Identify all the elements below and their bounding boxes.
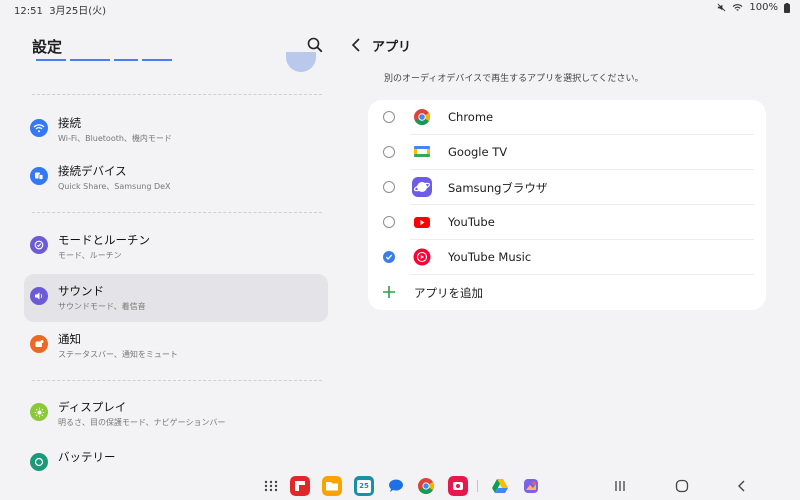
- sidebar-item-sublabel: 明るさ、目の保護モード、ナビゲーションバー: [58, 418, 226, 427]
- status-icons: 100%: [717, 2, 790, 13]
- check-circle-icon: [30, 236, 48, 254]
- screen-recorder-icon[interactable]: [448, 476, 468, 496]
- brightness-icon: [30, 403, 48, 421]
- app-row-samsung-browser[interactable]: Samsungブラウザ: [368, 170, 766, 205]
- divider: [32, 380, 322, 381]
- taskbar: 25: [0, 472, 800, 500]
- back-nav-icon[interactable]: [734, 478, 750, 494]
- app-name: Chrome: [448, 110, 494, 124]
- sidebar-item-label: 接続デバイス: [58, 164, 127, 178]
- sidebar-item-sublabel: モード、ルーチン: [58, 251, 122, 260]
- messages-icon[interactable]: [386, 476, 406, 496]
- sidebar-item-label: ディスプレイ: [58, 400, 127, 414]
- home-icon[interactable]: [674, 478, 690, 494]
- sidebar-item-label: サウンド: [58, 284, 104, 298]
- sidebar-item-sublabel: Quick Share、Samsung DeX: [58, 182, 171, 191]
- sidebar-item-sublabel: ステータスバー、通知をミュート: [58, 350, 178, 359]
- sidebar-item-modes-routines[interactable]: モードとルーチン モード、ルーチン: [24, 223, 328, 271]
- app-row-youtube[interactable]: YouTube: [368, 205, 766, 240]
- sidebar-item-display[interactable]: ディスプレイ 明るさ、目の保護モード、ナビゲーションバー: [24, 390, 328, 438]
- calendar-day: 25: [357, 480, 371, 493]
- notification-icon: [30, 335, 48, 353]
- sidebar-item-connected-devices[interactable]: 接続デバイス Quick Share、Samsung DeX: [24, 154, 328, 202]
- app-name: Google TV: [448, 145, 508, 159]
- sidebar-item-label: 通知: [58, 332, 81, 346]
- divider: [32, 212, 322, 213]
- sidebar-item-label: モードとルーチン: [58, 233, 150, 247]
- sidebar-item-sound[interactable]: サウンド サウンドモード、着信音: [24, 274, 328, 322]
- avatar[interactable]: [286, 52, 316, 72]
- wifi-status-icon: [733, 4, 743, 11]
- google-tv-icon: [414, 146, 430, 157]
- battery-status-icon: [784, 2, 790, 13]
- sidebar-item-label: 接続: [58, 116, 81, 130]
- volume-icon: [30, 287, 48, 305]
- sidebar-item-sublabel: Wi-Fi、Bluetooth、機内モード: [58, 134, 172, 143]
- app-row-chrome[interactable]: Chrome: [368, 100, 766, 135]
- samsung-browser-icon: [412, 177, 432, 197]
- status-time-date: 12:51 3月25日(火): [14, 2, 106, 17]
- sidebar-item-notifications[interactable]: 通知 ステータスバー、通知をミュート: [24, 322, 328, 370]
- settings-title: 設定: [32, 38, 63, 56]
- radio-button[interactable]: [383, 216, 395, 228]
- app-row-youtube-music[interactable]: YouTube Music: [368, 240, 766, 275]
- add-app-button[interactable]: アプリを追加: [368, 275, 766, 310]
- app-name: YouTube Music: [448, 250, 532, 264]
- devices-icon: [30, 167, 48, 185]
- apps-detail-pane: アプリ 別のオーディオデバイスで再生するアプリを選択してください。 Chrome: [340, 16, 800, 476]
- calendar-icon[interactable]: 25: [354, 476, 374, 496]
- youtube-icon: [414, 217, 430, 228]
- sidebar-item-sublabel: サウンドモード、着信音: [58, 302, 146, 311]
- flipboard-icon[interactable]: [290, 476, 310, 496]
- page-title: アプリ: [372, 40, 412, 55]
- battery-icon: [30, 453, 48, 471]
- page-description: 別のオーディオデバイスで再生するアプリを選択してください。: [384, 74, 644, 84]
- status-bar: 12:51 3月25日(火) 100%: [0, 0, 800, 17]
- chrome-icon[interactable]: [416, 476, 436, 496]
- wifi-icon: [30, 119, 48, 137]
- chrome-icon: [414, 109, 430, 125]
- radio-button[interactable]: [383, 146, 395, 158]
- taskbar-divider: [477, 480, 478, 492]
- photos-icon[interactable]: [521, 476, 541, 496]
- drive-icon[interactable]: [490, 476, 510, 496]
- radio-button[interactable]: [383, 111, 395, 123]
- app-row-google-tv[interactable]: Google TV: [368, 135, 766, 170]
- mute-icon: [717, 3, 726, 12]
- plus-icon: [383, 286, 395, 298]
- recent-apps-icon[interactable]: [612, 478, 628, 494]
- battery-percent: 100%: [749, 2, 778, 13]
- youtube-music-icon: [413, 248, 431, 266]
- sidebar-item-battery[interactable]: バッテリー: [24, 440, 328, 476]
- files-icon[interactable]: [322, 476, 342, 496]
- radio-button-checked[interactable]: [383, 251, 395, 263]
- sidebar-item-label: バッテリー: [58, 450, 116, 464]
- divider: [32, 94, 322, 95]
- account-card-partial-text[interactable]: [36, 56, 196, 64]
- settings-list-pane: 設定 接続 Wi-Fi、Bluetooth、機内モード 接続デバイス Quick…: [0, 16, 340, 476]
- app-name: Samsungブラウザ: [448, 181, 548, 195]
- app-name: YouTube: [448, 215, 495, 229]
- add-app-label: アプリを追加: [414, 286, 483, 300]
- app-list-card: Chrome Google TV Samsungブラウザ YouTube You…: [368, 100, 766, 310]
- back-arrow-icon[interactable]: [348, 36, 364, 54]
- sidebar-item-connections[interactable]: 接続 Wi-Fi、Bluetooth、機内モード: [24, 106, 328, 154]
- radio-button[interactable]: [383, 181, 395, 193]
- app-drawer-icon[interactable]: [261, 476, 281, 496]
